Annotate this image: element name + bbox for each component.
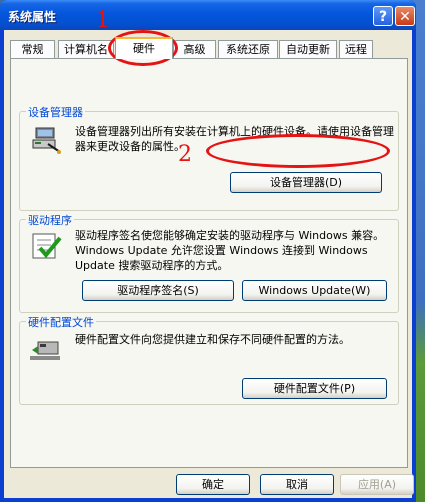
tab-automatic-updates[interactable]: 自动更新 xyxy=(279,40,337,58)
tab-system-restore[interactable]: 系统还原 xyxy=(218,40,278,58)
tab-general[interactable]: 常规 xyxy=(10,40,55,58)
help-button[interactable]: ? xyxy=(373,6,393,26)
drivers-group-title: 驱动程序 xyxy=(26,212,74,228)
tab-remote[interactable]: 远程 xyxy=(339,40,373,58)
driver-signing-button[interactable]: 驱动程序签名(S) xyxy=(82,280,234,301)
window-title: 系统属性 xyxy=(8,10,57,24)
tab-strip: 常规 计算机名 硬件 高级 系统还原 自动更新 远程 xyxy=(4,30,412,60)
apply-button: 应用(A) xyxy=(340,474,414,495)
windows-update-button[interactable]: Windows Update(W) xyxy=(242,280,387,301)
ok-button[interactable]: 确定 xyxy=(176,474,250,495)
hardware-profiles-group-title: 硬件配置文件 xyxy=(26,314,96,330)
system-properties-window: 系统属性 ? ✕ 常规 计算机名 硬件 高级 系统还原 自动更新 远程 设备管理… xyxy=(0,0,416,502)
hardware-profiles-button[interactable]: 硬件配置文件(P) xyxy=(242,378,387,399)
device-manager-icon xyxy=(32,127,61,154)
driver-checklist-icon xyxy=(32,233,62,259)
dialog-client: 常规 计算机名 硬件 高级 系统还原 自动更新 远程 设备管理器 设备管理器列出… xyxy=(4,30,414,498)
cancel-button[interactable]: 取消 xyxy=(260,474,334,495)
title-bar[interactable]: 系统属性 ? ✕ xyxy=(0,0,416,30)
annotation-step-2: 2 xyxy=(178,142,192,167)
hardware-profiles-description: 硬件配置文件向您提供建立和保存不同硬件配置的方法。 xyxy=(75,333,350,346)
hardware-profiles-group: 硬件配置文件 硬件配置文件向您提供建立和保存不同硬件配置的方法。 硬件配置文件(… xyxy=(19,314,399,405)
hardware-tab-panel: 设备管理器 设备管理器列出所有安装在计算机上的硬件设备。请使用设备管理器来更改设… xyxy=(10,58,408,468)
hardware-profile-icon xyxy=(30,341,60,360)
tab-advanced[interactable]: 高级 xyxy=(173,40,216,58)
device-manager-group-title: 设备管理器 xyxy=(26,104,85,120)
close-button[interactable]: ✕ xyxy=(395,6,415,26)
drivers-group: 驱动程序 驱动程序签名使您能够确定安装的驱动程序与 Windows 兼容。Win… xyxy=(19,212,399,313)
annotation-ellipse-device-manager xyxy=(206,134,390,168)
device-manager-button[interactable]: 设备管理器(D) xyxy=(230,172,382,193)
tab-computer-name[interactable]: 计算机名 xyxy=(58,40,114,58)
drivers-description: 驱动程序签名使您能够确定安装的驱动程序与 Windows 兼容。Windows … xyxy=(75,229,385,272)
annotation-step-1: 1 xyxy=(96,8,110,33)
tab-hardware[interactable]: 硬件 xyxy=(115,37,173,59)
